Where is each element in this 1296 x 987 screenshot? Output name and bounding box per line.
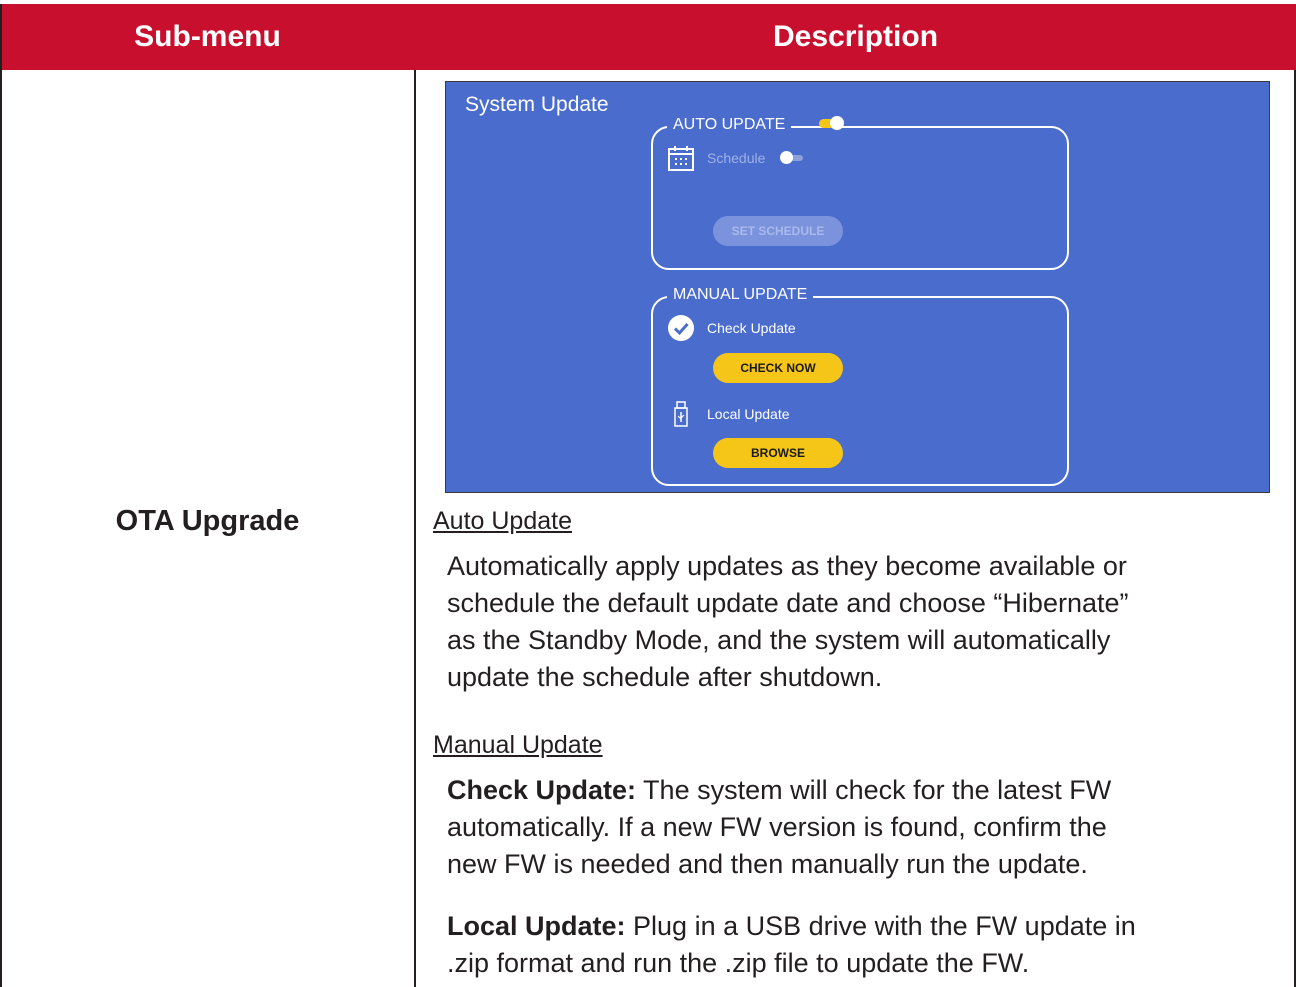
- browse-button[interactable]: BROWSE: [713, 438, 843, 468]
- check-now-button[interactable]: CHECK NOW: [713, 353, 843, 383]
- auto-update-heading: Auto Update: [433, 507, 572, 535]
- header-description: Description: [772, 20, 939, 53]
- usb-drive-icon: [667, 400, 695, 428]
- auto-update-label: AUTO UPDATE: [667, 116, 792, 134]
- toggle-knob: [780, 151, 794, 164]
- local-text-part: Plug in a USB drive with the FW update i…: [625, 911, 1136, 941]
- schedule-toggle[interactable]: [780, 151, 804, 164]
- check-text-part: The system will check for the latest FW: [636, 775, 1112, 805]
- auto-text-line: as the Standby Mode, and the system will…: [447, 625, 1111, 655]
- local-text-line: Local Update: Plug in a USB drive with t…: [447, 908, 1267, 945]
- manual-update-label: MANUAL UPDATE: [667, 286, 814, 304]
- calendar-icon: [667, 144, 695, 172]
- auto-text-line: update the schedule after shutdown.: [447, 662, 883, 692]
- check-update-label: Check Update: [707, 320, 796, 336]
- local-update-label: Local Update: [707, 406, 790, 422]
- toggle-knob: [830, 116, 844, 130]
- check-circle-icon: [667, 314, 695, 342]
- check-text-line: Check Update: The system will check for …: [447, 772, 1267, 809]
- schedule-row: Schedule: [667, 144, 804, 172]
- schedule-label: Schedule: [707, 150, 766, 166]
- auto-update-description: Automatically apply updates as they beco…: [447, 548, 1267, 696]
- local-update-term: Local Update:: [447, 911, 626, 941]
- check-text-line: automatically. If a new FW version is fo…: [447, 812, 1107, 842]
- system-update-title: System Update: [465, 93, 609, 116]
- set-schedule-button[interactable]: SET SCHEDULE: [713, 216, 843, 246]
- auto-text-line: Automatically apply updates as they beco…: [447, 551, 1127, 581]
- table-header: Sub-menu Description: [0, 4, 1296, 70]
- local-update-row: Local Update: [667, 400, 790, 428]
- manual-update-group: MANUAL UPDATE Check Update CHECK NOW Loc…: [651, 286, 1069, 486]
- auto-update-group: AUTO UPDATE Schedule SET SCHEDULE: [651, 116, 1069, 270]
- header-submenu: Sub-menu: [134, 20, 281, 53]
- local-text-line: .zip format and run the .zip file to upd…: [447, 948, 1030, 978]
- local-update-description: Local Update: Plug in a USB drive with t…: [447, 908, 1267, 982]
- submenu-name: OTA Upgrade: [115, 505, 300, 537]
- ota-upgrade-table: Sub-menu Description OTA Upgrade System …: [0, 0, 1296, 987]
- check-text-line: new FW is needed and then manually run t…: [447, 849, 1088, 879]
- check-update-row: Check Update: [667, 314, 796, 342]
- check-update-term: Check Update:: [447, 775, 637, 805]
- system-update-screenshot: System Update AUTO UPDATE Schedule SET S…: [445, 81, 1270, 493]
- auto-text-line: schedule the default update date and cho…: [447, 588, 1129, 618]
- auto-update-toggle[interactable]: [819, 116, 844, 130]
- check-update-description: Check Update: The system will check for …: [447, 772, 1267, 883]
- table-border-left: [0, 4, 2, 987]
- manual-update-heading: Manual Update: [433, 731, 603, 759]
